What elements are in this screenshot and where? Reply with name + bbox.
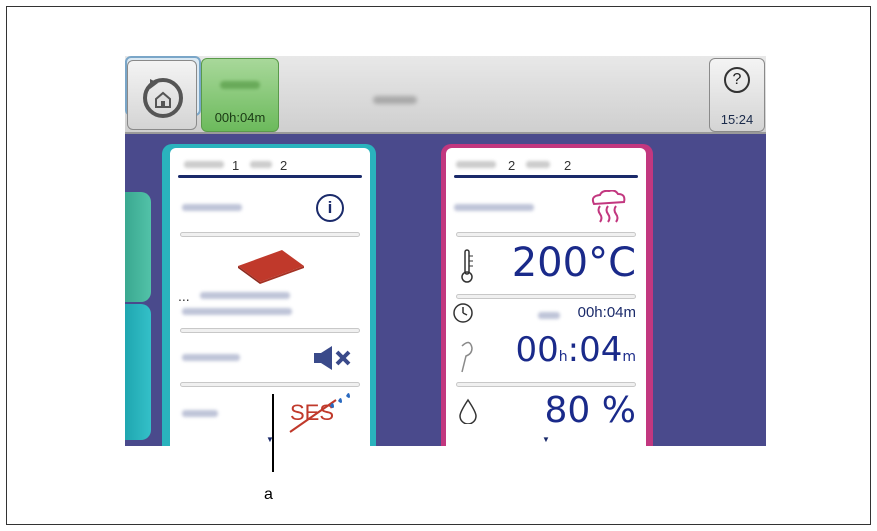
ellipsis: ... [178,288,190,304]
annotation-line [272,394,274,472]
left-step-panel[interactable]: 1 2 i ... SES ▼ [170,148,370,446]
ses-off-icon [289,393,350,433]
divider [180,382,360,387]
of-label-blurred [250,161,272,168]
help-icon: ? [724,67,750,93]
left-row-tray[interactable]: ... [170,240,370,326]
left-step-current: 1 [232,158,240,173]
home-return-icon [143,78,183,118]
step-label-blurred [184,161,224,168]
side-tab-upper[interactable] [125,192,151,302]
program-time: 00h:04m [214,110,266,125]
time-big: 00h:04m [515,330,636,370]
divider [180,328,360,333]
home-button[interactable] [127,60,197,130]
time-big-h-unit: h [558,349,568,365]
tray-label-blurred [200,292,290,299]
food-name-blurred [373,96,417,104]
step-label-blurred [456,161,496,168]
right-progress-bar [454,175,638,178]
temperature-value: 200°C [511,240,636,286]
side-tabs [125,134,151,446]
right-row-temperature[interactable]: 200°C [446,238,646,294]
mode-label-blurred [454,204,534,211]
right-step-panel[interactable]: 2 2 200°C 00h:04m 00h:04m 80 % ▼ [446,148,646,446]
right-row-mode[interactable] [446,184,646,230]
annotation-label: a [264,486,273,503]
oven-screen: 00h:04m ? 15:24 1 2 i ... SES ▼ 2 2 200°… [125,56,766,446]
scroll-down-indicator[interactable]: ▼ [542,435,550,444]
info-icon[interactable]: i [316,194,344,222]
program-name-blurred [220,81,260,89]
time-small: 00h:04m [577,304,636,321]
divider [180,232,360,237]
program-time-button[interactable]: 00h:04m [201,58,279,132]
clock: 15:24 [720,112,754,127]
target-label-blurred [538,312,560,319]
baking-tray-icon [238,250,304,284]
mute-icon [314,346,351,370]
tray-sublabel-blurred [182,308,292,315]
divider [456,294,636,299]
time-big-hours: 00 [515,330,559,370]
top-bar: 00h:04m ? 15:24 [125,56,766,134]
time-big-minutes: 04 [579,330,623,370]
left-progress-bar [178,175,362,178]
left-step-header: 1 2 [170,148,370,182]
humidity-value: 80 % [544,390,636,431]
divider [456,232,636,237]
thermometer-icon [461,249,473,283]
divider [456,382,636,387]
time-big-separator: : [567,330,580,370]
combi-steam-icon [591,190,626,223]
clock-icon [453,303,473,323]
right-row-humidity[interactable]: 80 % [446,388,646,442]
left-row-mode[interactable]: i [170,184,370,230]
ses-label-blurred [182,410,218,417]
left-row-signal[interactable] [170,336,370,380]
time-big-m-unit: m [622,349,636,365]
probe-icon [461,341,473,373]
left-step-total: 2 [280,158,288,173]
mode-label-blurred [182,204,242,211]
side-tab-lower[interactable] [125,304,151,440]
of-label-blurred [526,161,550,168]
right-step-header: 2 2 [446,148,646,182]
signal-label-blurred [182,354,240,361]
help-button[interactable]: ? 15:24 [709,58,765,132]
right-row-time[interactable]: 00h:04m 00h:04m [446,300,646,380]
humidity-drop-icon [459,398,477,424]
right-step-total: 2 [564,158,572,173]
right-step-current: 2 [508,158,516,173]
